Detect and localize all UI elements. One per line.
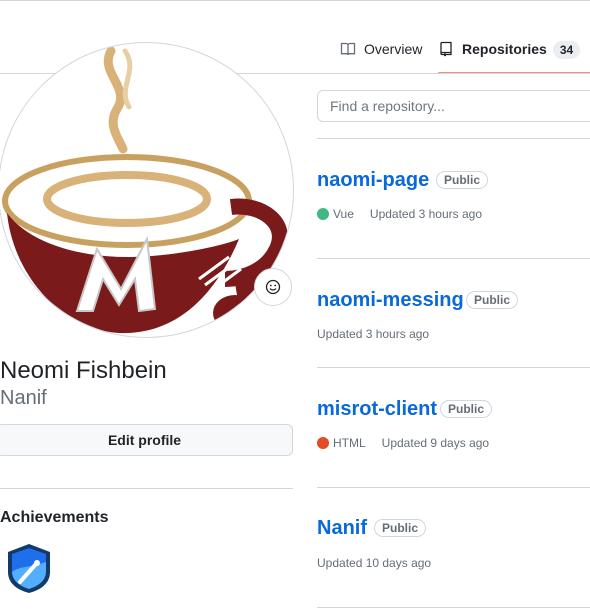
profile-tabs: Overview Repositories 34 [330, 36, 590, 74]
edit-profile-button[interactable]: Edit profile [0, 424, 293, 456]
repo-meta: Updated 3 hours ago [317, 326, 429, 342]
repo-link[interactable]: naomi-page [317, 168, 429, 192]
repo-divider [317, 607, 590, 608]
book-icon [340, 42, 356, 56]
repo-language: Vue [333, 207, 354, 221]
achievements-title: Achievements [0, 509, 109, 526]
repo-icon [440, 41, 452, 57]
visibility-badge: Public [436, 171, 489, 189]
coffee-cup-logo [2, 46, 293, 334]
repo-link[interactable]: Nanif [317, 516, 367, 540]
repo-meta: Updated 10 days ago [317, 555, 431, 571]
repository-search-input[interactable] [317, 90, 590, 122]
top-border [0, 0, 590, 1]
visibility-badge: Public [440, 400, 493, 418]
repo-updated: Updated 9 days ago [381, 436, 490, 450]
repo-link[interactable]: misrot-client [317, 397, 437, 421]
achievement-badge-icon[interactable] [6, 542, 52, 594]
language-color-dot [317, 208, 329, 220]
repo-updated: Updated 3 hours ago [317, 327, 430, 341]
repositories-counter: 34 [552, 41, 581, 59]
repo-updated: Updated 10 days ago [317, 556, 432, 570]
tab-repositories-label: Repositories [462, 41, 547, 57]
language-color-dot [317, 437, 329, 449]
visibility-badge: Public [466, 291, 519, 309]
tab-overview[interactable]: Overview [340, 36, 422, 74]
smiley-icon [265, 279, 281, 295]
avatar[interactable] [0, 42, 294, 338]
repo-divider [317, 487, 590, 488]
visibility-badge: Public [374, 519, 427, 537]
repo-divider [317, 367, 590, 368]
profile-name: Neomi Fishbein [0, 357, 167, 384]
repo-meta: HTML Updated 9 days ago [317, 435, 489, 451]
repo-updated: Updated 3 hours ago [369, 207, 482, 221]
tab-repositories[interactable]: Repositories 34 [438, 36, 590, 74]
repo-link[interactable]: naomi-messing [317, 288, 464, 312]
profile-login: Nanif [0, 387, 47, 409]
repo-meta: Vue Updated 3 hours ago [317, 206, 482, 222]
repo-list-divider [317, 138, 590, 139]
set-status-button[interactable] [254, 268, 292, 306]
repo-language: HTML [333, 436, 366, 450]
tab-overview-label: Overview [364, 41, 423, 57]
sidebar-divider [0, 488, 293, 489]
repo-divider [317, 258, 590, 259]
